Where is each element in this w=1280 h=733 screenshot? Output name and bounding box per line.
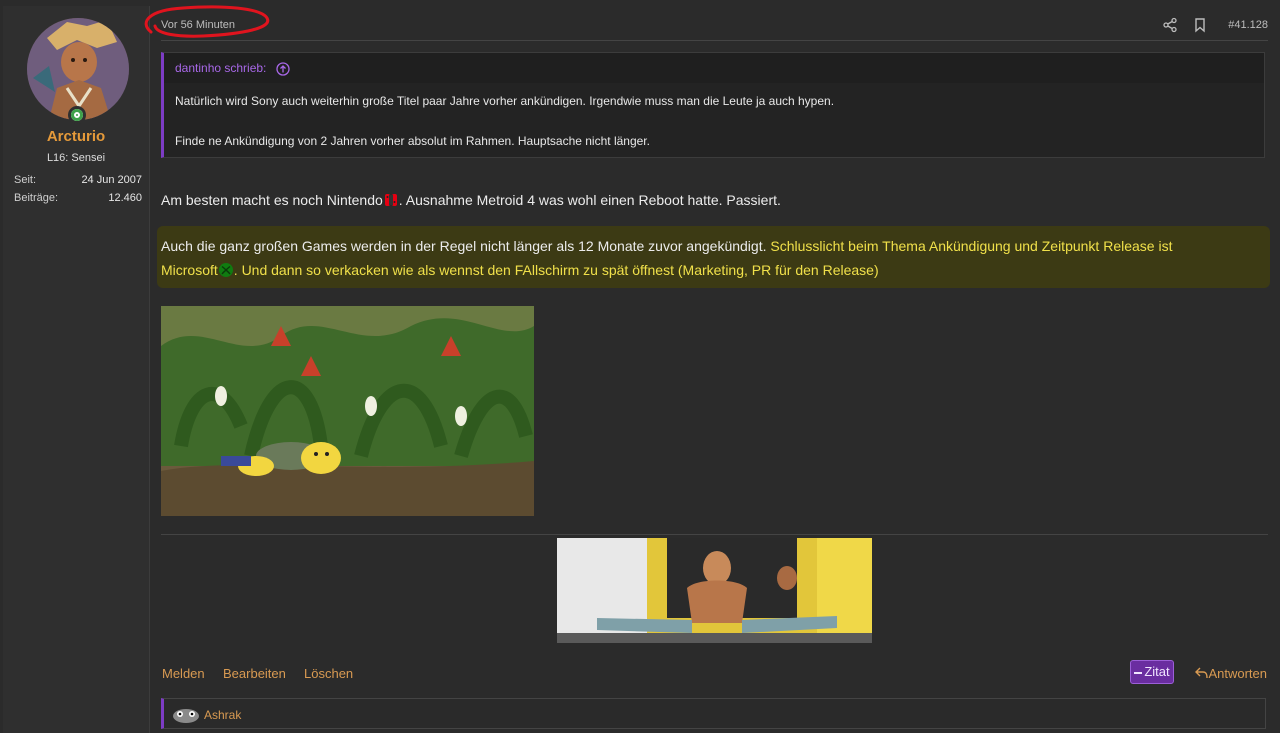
nintendo-switch-icon xyxy=(384,194,397,206)
minus-icon xyxy=(1134,671,1143,674)
reaction-user-name[interactable]: Ashrak xyxy=(204,708,241,722)
user-panel: Arcturio L16: Sensei Seit: 24 Jun 2007 B… xyxy=(3,6,150,733)
quote-author[interactable]: dantinho schrieb: xyxy=(175,61,266,75)
body-text: Am besten macht es noch Nintendo xyxy=(161,192,383,208)
embedded-gif-jungle[interactable] xyxy=(161,306,534,516)
report-link[interactable]: Melden xyxy=(162,666,205,681)
highlighted-text: Microsoft xyxy=(161,262,218,278)
delete-link[interactable]: Löschen xyxy=(304,666,353,681)
post-actions: Melden Bearbeiten Löschen Zitat Antworte… xyxy=(161,660,1268,684)
stat-value[interactable]: 12.460 xyxy=(108,192,142,204)
quote-line: Natürlich wird Sony auch weiterhin große… xyxy=(175,94,835,108)
forum-post: Arcturio L16: Sensei Seit: 24 Jun 2007 B… xyxy=(0,0,1280,733)
post-header: Vor 56 Minuten #41.128 xyxy=(144,5,1268,41)
reply-link[interactable]: Antworten xyxy=(1195,666,1267,681)
reply-link-label: Antworten xyxy=(1208,666,1267,681)
body-paragraph-2: Auch die ganz großen Games werden in der… xyxy=(161,238,1172,254)
body-text: . Ausnahme Metroid 4 was wohl einen Rebo… xyxy=(398,192,781,208)
xbox-icon xyxy=(218,263,233,277)
bookmark-icon[interactable] xyxy=(1192,17,1208,33)
quote-header: dantinho schrieb: xyxy=(164,53,1264,83)
quote-button-label: Zitat xyxy=(1144,664,1170,679)
username[interactable]: Arcturio xyxy=(3,128,149,145)
reactions-bar: Ashrak xyxy=(161,698,1266,729)
stat-label: Beiträge: xyxy=(14,192,59,204)
reaction-emoji-icon[interactable] xyxy=(171,705,201,723)
quote-block: dantinho schrieb: Natürlich wird Sony au… xyxy=(161,52,1265,158)
share-icon[interactable] xyxy=(1162,17,1178,33)
highlight-background xyxy=(157,226,1270,288)
body-paragraph-2-cont: Microsoft . Und dann so verkacken wie al… xyxy=(161,262,879,278)
stat-value: 24 Jun 2007 xyxy=(81,174,142,186)
post-timestamp[interactable]: Vor 56 Minuten xyxy=(161,19,235,31)
reply-arrow-icon xyxy=(1195,667,1209,679)
signature-image[interactable] xyxy=(557,538,872,643)
signature-divider xyxy=(161,534,1268,535)
highlighted-text: Schlusslicht beim Thema Ankündigung und … xyxy=(770,238,1173,254)
body-text: Auch die ganz großen Games werden in der… xyxy=(161,238,771,254)
stat-label: Seit: xyxy=(14,174,37,186)
highlighted-text: . Und dann so verkacken wie als wennst d… xyxy=(233,262,879,278)
quote-line: Finde ne Ankündigung von 2 Jahren vorher… xyxy=(175,134,650,148)
body-paragraph-1: Am besten macht es noch Nintendo . Ausna… xyxy=(161,192,781,208)
edit-link[interactable]: Bearbeiten xyxy=(223,666,286,681)
arrow-up-circle-icon[interactable] xyxy=(276,62,290,76)
user-avatar[interactable] xyxy=(27,18,129,120)
quote-button[interactable]: Zitat xyxy=(1130,660,1174,684)
user-title: L16: Sensei xyxy=(46,152,106,164)
post-number[interactable]: #41.128 xyxy=(1228,19,1268,31)
online-status-icon xyxy=(68,106,86,124)
post-main: Vor 56 Minuten #41.128 dantinho schrieb: xyxy=(144,0,1270,733)
